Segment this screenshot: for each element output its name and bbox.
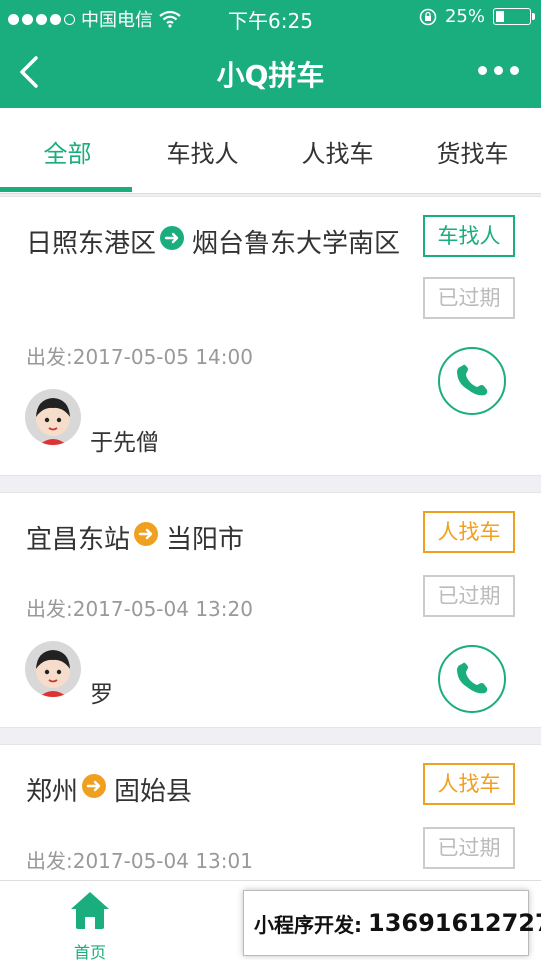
more-options-icon[interactable] (478, 66, 519, 75)
departure-time: 出发:2017-05-05 14:00 (26, 345, 253, 369)
route-from: 郑州 (26, 777, 79, 807)
watermark-label: 小程序开发: (254, 912, 362, 937)
driver-name: 罗 (90, 682, 113, 708)
battery-icon (493, 8, 535, 25)
status-badge: 已过期 (423, 575, 515, 617)
category-tabs: 全部 车找人 人找车 货找车 (0, 108, 541, 194)
ride-card[interactable]: 郑州 固始县 人找车 已过期 出发:2017-05-04 13:01 (0, 744, 541, 884)
navigation-bar: 小Q拼车 (0, 36, 541, 108)
developer-watermark: 小程序开发: 13691612727 (243, 890, 541, 956)
route-from: 日照东港区 (26, 229, 157, 259)
ride-card[interactable]: 宜昌东站 当阳市 人找车 已过期 出发:2017-05-04 13:20 罗 (0, 492, 541, 728)
arrow-right-icon (134, 522, 159, 546)
route: 日照东港区 烟台鲁东大学南区 (26, 221, 416, 267)
orientation-lock-icon (419, 8, 437, 25)
phone-icon (457, 662, 488, 694)
route-to: 固始县 (114, 777, 193, 807)
tab-car-seeks-passenger[interactable]: 车找人 (135, 134, 270, 169)
route-from: 宜昌东站 (26, 525, 131, 555)
route: 宜昌东站 当阳市 (26, 517, 416, 563)
status-badge: 已过期 (423, 827, 515, 869)
status-badge: 已过期 (423, 277, 515, 319)
route: 郑州 固始县 (26, 769, 416, 815)
avatar (25, 641, 81, 697)
tab-cargo-seeks-car[interactable]: 货找车 (405, 134, 540, 169)
home-icon (71, 892, 109, 929)
arrow-right-icon (82, 774, 107, 798)
route-to: 当阳市 (166, 525, 245, 555)
departure-time: 出发:2017-05-04 13:20 (26, 597, 253, 621)
driver-name: 于先僧 (90, 430, 159, 456)
tab-passenger-seeks-car[interactable]: 人找车 (270, 134, 405, 169)
call-button[interactable] (438, 347, 506, 415)
phone-icon (457, 364, 488, 396)
arrow-right-icon (160, 226, 185, 250)
avatar (25, 389, 81, 445)
tabbar-home-label: 首页 (73, 943, 106, 960)
active-tab-indicator (0, 187, 132, 192)
route-to: 烟台鲁东大学南区 (192, 229, 401, 259)
type-badge: 人找车 (423, 763, 515, 805)
call-button[interactable] (438, 645, 506, 713)
top-header: 中国电信 下午6:25 25% 小Q拼车 (0, 0, 541, 108)
tabbar-home[interactable]: 首页 (0, 881, 180, 960)
type-badge: 车找人 (423, 215, 515, 257)
departure-time: 出发:2017-05-04 13:01 (26, 849, 253, 873)
type-badge: 人找车 (423, 511, 515, 553)
watermark-phone: 13691612727 (368, 909, 541, 937)
battery-percent: 25% (444, 6, 485, 27)
status-bar: 中国电信 下午6:25 25% (0, 0, 541, 36)
page-title: 小Q拼车 (216, 59, 325, 92)
ride-card[interactable]: 日照东港区 烟台鲁东大学南区 车找人 已过期 出发:2017-05-05 14:0… (0, 196, 541, 476)
tab-all[interactable]: 全部 (0, 134, 135, 169)
